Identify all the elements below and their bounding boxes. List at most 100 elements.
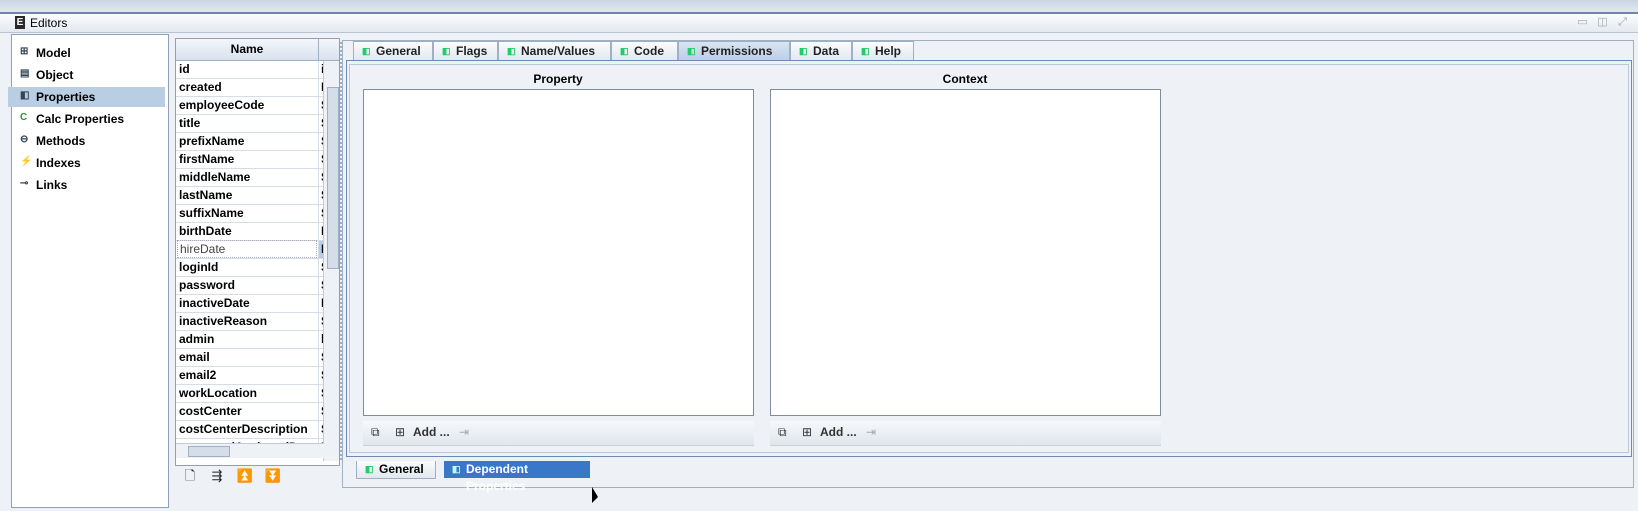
property-name-cell: id (179, 62, 190, 76)
property-name-cell: title (179, 116, 201, 130)
property-name-cell: admin (179, 332, 215, 346)
nav-item-links[interactable]: ⊸ Links (8, 175, 165, 195)
open-icon[interactable]: ⧉ (778, 425, 787, 439)
table-row[interactable]: inactiveDateD (176, 295, 339, 313)
horizontal-scrollbar[interactable] (176, 443, 324, 458)
calc-properties-icon: C (20, 112, 28, 123)
nav-item-methods[interactable]: ⊖ Methods (8, 131, 165, 151)
dependent-properties-tab-icon: ◧ (452, 464, 461, 474)
vertical-scroll-thumb[interactable] (327, 87, 339, 269)
table-row[interactable]: firstNameS (176, 151, 339, 169)
table-row[interactable]: loginIdS (176, 259, 339, 277)
table-row[interactable]: suffixNameS (176, 205, 339, 223)
move-down-icon[interactable]: ⏬ (264, 468, 282, 484)
general-tab-icon: ◧ (365, 464, 374, 474)
tab-help[interactable]: ◧ Help (852, 41, 914, 60)
tab-flags[interactable]: ◧ Flags (433, 41, 498, 60)
context-toolbar: ⧉ ⊞ Add ... ⇥ (770, 421, 1161, 446)
methods-icon: ⊖ (20, 134, 29, 145)
bottom-tab-general[interactable]: ◧ General (356, 461, 436, 479)
property-name-cell: suffixName (179, 206, 244, 220)
vertical-scrollbar[interactable] (323, 61, 339, 461)
column-header-name[interactable]: Name (176, 39, 319, 61)
property-name-cell: lastName (179, 188, 233, 202)
minimize-icon[interactable]: ▭ (1576, 16, 1589, 28)
property-name-cell: created (179, 80, 222, 94)
nav-item-properties[interactable]: ◧ Properties (8, 87, 165, 107)
property-name-cell: loginId (179, 260, 219, 274)
table-row[interactable]: lastNameS (176, 187, 339, 205)
property-name-cell: inactiveReason (179, 314, 268, 328)
table-row[interactable]: adminb (176, 331, 339, 349)
object-icon: ▤ (20, 68, 30, 79)
table-row[interactable]: costCenterS (176, 403, 339, 421)
editors-title-bar: E Editors ▭ ◫ ⤢ (0, 14, 1638, 33)
restore-icon[interactable]: ◫ (1596, 16, 1609, 28)
table-row[interactable]: emailS (176, 349, 339, 367)
properties-table: Name idircreatedDemployeeCodeStitleSpref… (175, 38, 340, 466)
column-header-type[interactable] (319, 39, 339, 61)
horizontal-scroll-thumb[interactable] (188, 446, 230, 457)
move-property-icon[interactable]: ⇶ (208, 468, 226, 484)
table-row[interactable]: hireDateD (176, 240, 339, 259)
remove-icon[interactable]: ⇥ (866, 425, 876, 439)
general-tab-icon: ◧ (362, 46, 371, 56)
bottom-tab-dependent-properties[interactable]: ◧ Dependent Properties (444, 461, 590, 493)
property-name-cell: email (179, 350, 210, 364)
tab-data[interactable]: ◧ Data (790, 41, 852, 60)
properties-icon: ◧ (20, 90, 30, 101)
window-title: Editors (30, 16, 68, 30)
table-row[interactable]: costCenterDescriptionS (176, 421, 339, 439)
tab-permissions[interactable]: ◧ Permissions (678, 41, 790, 60)
property-name-cell: email2 (179, 368, 217, 382)
property-name-cell: firstName (179, 152, 235, 166)
flags-tab-icon: ◧ (442, 46, 451, 56)
move-up-icon[interactable]: ⏫ (236, 468, 254, 484)
table-row[interactable]: createdD (176, 79, 339, 97)
mouse-cursor-icon (592, 487, 598, 503)
name-values-tab-icon: ◧ (507, 46, 516, 56)
property-name-cell: employeeCode (179, 98, 265, 112)
help-tab-icon: ◧ (861, 46, 870, 56)
nav-item-object[interactable]: ▤ Object (8, 65, 165, 85)
table-row[interactable]: email2S (176, 367, 339, 385)
tab-code[interactable]: ◧ Code (611, 41, 678, 60)
add-icon[interactable]: ⊞ (802, 425, 812, 439)
property-name-cell: inactiveDate (179, 296, 250, 310)
property-toolbar: ⧉ ⊞ Add ... ⇥ (363, 421, 754, 446)
table-row[interactable]: titleS (176, 115, 339, 133)
tab-general[interactable]: ◧ General (353, 41, 433, 60)
table-row[interactable]: employeeCodeS (176, 97, 339, 115)
nav-item-model[interactable]: ⊞ Model (8, 43, 165, 63)
indexes-icon: ⚡ (20, 156, 33, 167)
remove-icon[interactable]: ⇥ (459, 425, 469, 439)
new-property-icon[interactable]: 🗋 (181, 468, 199, 484)
code-tab-icon: ◧ (620, 46, 629, 56)
table-row[interactable]: inactiveReasonS (176, 313, 339, 331)
property-name-cell: costCenterDescription (179, 422, 308, 436)
context-column-label: Context (942, 72, 988, 86)
context-list[interactable] (770, 89, 1161, 416)
open-icon[interactable]: ⧉ (371, 425, 380, 439)
top-strip (0, 0, 1638, 14)
property-add-button[interactable]: Add ... (413, 425, 450, 439)
table-row[interactable]: workLocationS (176, 385, 339, 403)
add-icon[interactable]: ⊞ (395, 425, 405, 439)
data-tab-icon: ◧ (799, 46, 808, 56)
table-row[interactable]: prefixNameS (176, 133, 339, 151)
tab-name-values[interactable]: ◧ Name/Values (498, 41, 611, 60)
permissions-tab-icon: ◧ (687, 46, 696, 56)
table-row[interactable]: idir (176, 61, 339, 79)
model-icon: ⊞ (20, 46, 29, 57)
nav-item-indexes[interactable]: ⚡ Indexes (8, 153, 165, 173)
maximize-icon[interactable]: ⤢ (1616, 16, 1629, 28)
property-column-label: Property (533, 72, 583, 86)
context-add-button[interactable]: Add ... (820, 425, 857, 439)
table-row[interactable]: birthDateD (176, 223, 339, 241)
property-list[interactable] (363, 89, 754, 416)
links-icon: ⊸ (20, 178, 29, 189)
table-row[interactable]: passwordS (176, 277, 339, 295)
nav-item-calc-properties[interactable]: C Calc Properties (8, 109, 165, 129)
property-name-cell: birthDate (179, 224, 232, 238)
table-row[interactable]: middleNameS (176, 169, 339, 187)
